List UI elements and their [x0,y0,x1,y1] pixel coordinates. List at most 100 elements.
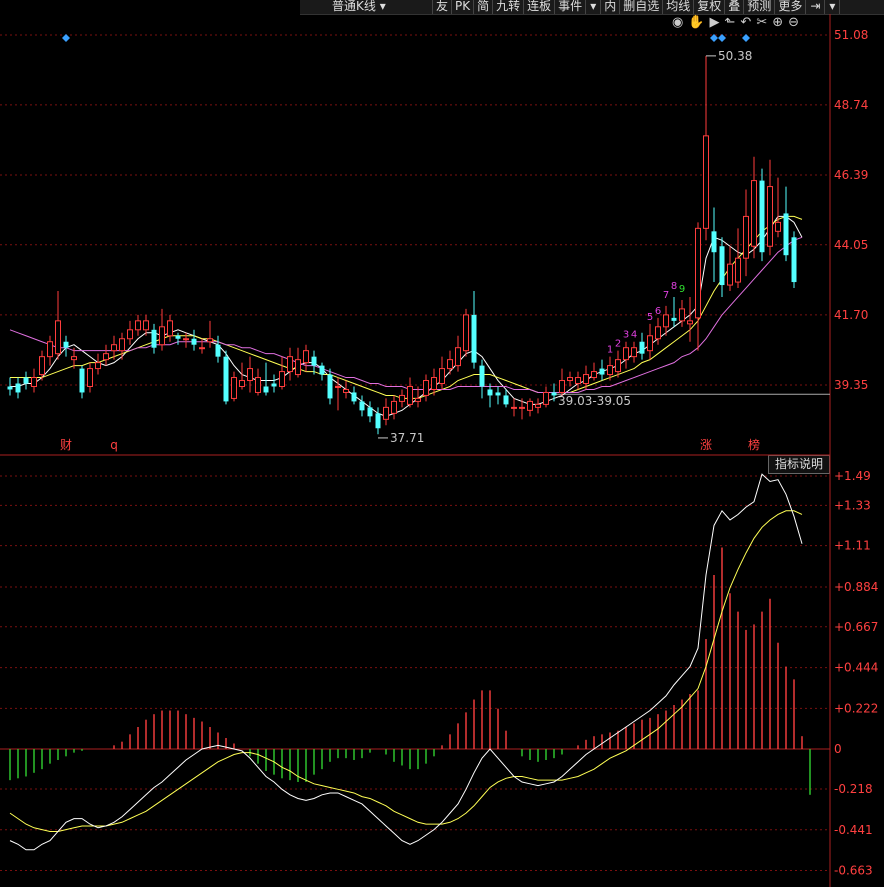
candle-body [127,329,133,340]
event-marker [62,34,70,42]
candle-body [743,215,749,259]
candle-body [791,237,797,283]
event-label: 榜 [748,437,760,452]
candle-body [39,356,45,376]
candle-body [231,377,237,399]
candle [559,368,565,396]
candle [535,398,541,414]
candle [407,377,413,408]
candle-body [151,329,157,348]
sequence-label: 4 [631,330,637,341]
candle-body [207,338,213,343]
candle [679,299,685,327]
candle-body [279,371,285,387]
candle [15,377,21,399]
candle-body [423,380,429,396]
candle-body [215,344,221,357]
candle [95,353,101,375]
candle [447,350,453,375]
candle [487,383,493,408]
candle-body [759,180,765,253]
candle [359,395,365,417]
candle-body [15,383,21,393]
candle [767,159,773,256]
candle [511,398,517,417]
y-tick-label: 51.08 [834,28,868,42]
candle [231,371,237,402]
candle [391,395,397,420]
y-tick-label: -0.218 [834,782,873,796]
y-tick-label: +0.222 [834,701,878,715]
candle-body [399,394,405,402]
candle-body [343,388,349,393]
candle [575,371,581,390]
candle-body [527,400,533,411]
candle [263,362,269,396]
y-tick-label: -0.663 [834,863,873,877]
candle [655,317,661,345]
candle [479,359,485,399]
candle-body [223,356,229,402]
candle-body [31,377,37,387]
candle-body [111,344,117,352]
candle-body [23,377,29,384]
candle-body [79,368,85,393]
candle [719,237,725,297]
sequence-label: 1 [607,345,613,356]
candle-body [471,314,477,363]
candle-body [247,368,253,382]
candle-body [199,347,205,350]
stock-chart: 51.08 48.74 46.39 44.05 41.70 39.35 39.03-39.0… [0,14,878,887]
sequence-label: 9 [679,284,685,295]
candle [167,314,173,342]
candle [735,228,741,289]
candle [383,398,389,426]
candle-body [71,356,77,361]
candle [103,344,109,366]
candle [47,335,53,366]
candle [207,320,213,348]
candle [399,389,405,408]
candle [63,335,69,357]
candle-body [367,407,373,417]
candle [695,222,701,351]
low-label: 37.71 [390,431,424,445]
candle-body [143,320,149,331]
candle-body [671,317,677,321]
candle [199,338,205,354]
candle-body [351,392,357,402]
candle [463,308,469,357]
candle [711,207,717,283]
candle [351,386,357,405]
candle [271,374,277,393]
candle [599,359,605,381]
candle-body [175,335,181,339]
candle-body [87,368,93,387]
high-label: 50.38 [718,49,752,63]
candle-body [383,406,389,420]
candle-body [327,374,333,399]
dea-line [9,510,803,832]
candle-body [239,380,245,387]
candle [495,386,501,405]
candle-body [95,362,101,370]
y-tick-label: 41.70 [834,308,868,322]
candle-body [415,397,421,402]
candle-body [775,221,781,232]
sequence-label: 5 [647,312,653,323]
candle-body [271,383,277,387]
y-tick-label: +0.884 [834,580,878,594]
candle [639,332,645,360]
candle-body [375,413,381,429]
candle-body [167,320,173,337]
candle [247,356,253,393]
candle-body [431,377,437,390]
candle-body [535,403,541,408]
candle-body [311,356,317,366]
event-label: q [110,438,118,452]
candle [191,329,197,351]
candle-body [719,246,725,286]
candle-body [63,341,69,348]
candle-body [575,377,581,385]
candle [215,335,221,363]
